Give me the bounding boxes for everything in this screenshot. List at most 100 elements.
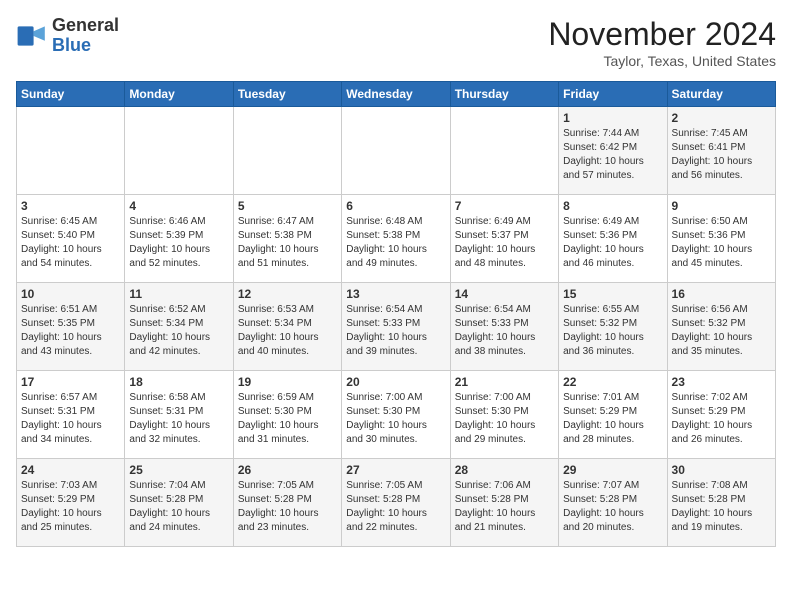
calendar-cell: 5 Sunrise: 6:47 AM Sunset: 5:38 PM Daylig… — [233, 195, 341, 283]
day-number: 20 — [346, 375, 445, 389]
logo: General Blue — [16, 16, 119, 56]
calendar-cell: 14 Sunrise: 6:54 AM Sunset: 5:33 PM Dayli… — [450, 283, 558, 371]
calendar-cell — [17, 107, 125, 195]
calendar-cell: 11Sunrise: 6:52 AM Sunset: 5:34 PM Dayli… — [125, 283, 233, 371]
cell-text: Sunrise: 6:51 AM Sunset: 5:35 PM Dayligh… — [21, 303, 120, 359]
cell-text: Sunrise: 7:08 AM Sunset: 5:28 PM Dayligh… — [672, 479, 771, 535]
cell-text: Sunrise: 6:48 AM Sunset: 5:38 PM Dayligh… — [346, 215, 445, 271]
day-number: 14 — [455, 287, 554, 301]
calendar-cell: 13 Sunrise: 6:54 AM Sunset: 5:33 PM Dayli… — [342, 283, 450, 371]
col-sunday: Sunday — [17, 82, 125, 107]
cell-text: Sunrise: 7:00 AM Sunset: 5:30 PM Dayligh… — [455, 391, 554, 447]
day-number: 15 — [563, 287, 662, 301]
week-row-2: 10 Sunrise: 6:51 AM Sunset: 5:35 PM Dayli… — [17, 283, 776, 371]
calendar-cell — [450, 107, 558, 195]
day-number: 22 — [563, 375, 662, 389]
day-number: 13 — [346, 287, 445, 301]
day-number: 5 — [238, 199, 337, 213]
day-number: 24 — [21, 463, 120, 477]
cell-text: Sunrise: 6:53 AM Sunset: 5:34 PM Dayligh… — [238, 303, 337, 359]
cell-text: Sunrise: 7:45 AM Sunset: 6:41 PM Dayligh… — [672, 127, 771, 183]
week-row-1: 3Sunrise: 6:45 AM Sunset: 5:40 PM Daylig… — [17, 195, 776, 283]
page-header: General Blue November 2024 Taylor, Texas… — [16, 16, 776, 69]
week-row-4: 24 Sunrise: 7:03 AM Sunset: 5:29 PM Dayli… — [17, 459, 776, 547]
cell-text: Sunrise: 6:52 AM Sunset: 5:34 PM Dayligh… — [129, 303, 228, 359]
cell-text: Sunrise: 6:57 AM Sunset: 5:31 PM Dayligh… — [21, 391, 120, 447]
header-row: Sunday Monday Tuesday Wednesday Thursday… — [17, 82, 776, 107]
cell-text: Sunrise: 7:05 AM Sunset: 5:28 PM Dayligh… — [238, 479, 337, 535]
calendar-cell: 2 Sunrise: 7:45 AM Sunset: 6:41 PM Daylig… — [667, 107, 775, 195]
week-row-3: 17 Sunrise: 6:57 AM Sunset: 5:31 PM Dayli… — [17, 371, 776, 459]
day-number: 10 — [21, 287, 120, 301]
calendar-cell: 25 Sunrise: 7:04 AM Sunset: 5:28 PM Dayli… — [125, 459, 233, 547]
cell-text: Sunrise: 6:54 AM Sunset: 5:33 PM Dayligh… — [455, 303, 554, 359]
calendar-cell: 21 Sunrise: 7:00 AM Sunset: 5:30 PM Dayli… — [450, 371, 558, 459]
day-number: 4 — [129, 199, 228, 213]
col-tuesday: Tuesday — [233, 82, 341, 107]
calendar-cell: 6 Sunrise: 6:48 AM Sunset: 5:38 PM Daylig… — [342, 195, 450, 283]
calendar-cell: 30 Sunrise: 7:08 AM Sunset: 5:28 PM Dayli… — [667, 459, 775, 547]
cell-text: Sunrise: 6:49 AM Sunset: 5:36 PM Dayligh… — [563, 215, 662, 271]
logo-blue: Blue — [52, 36, 119, 56]
cell-text: Sunrise: 6:46 AM Sunset: 5:39 PM Dayligh… — [129, 215, 228, 271]
cell-text: Sunrise: 7:04 AM Sunset: 5:28 PM Dayligh… — [129, 479, 228, 535]
cell-text: Sunrise: 6:54 AM Sunset: 5:33 PM Dayligh… — [346, 303, 445, 359]
cell-text: Sunrise: 7:01 AM Sunset: 5:29 PM Dayligh… — [563, 391, 662, 447]
calendar-cell: 19 Sunrise: 6:59 AM Sunset: 5:30 PM Dayli… — [233, 371, 341, 459]
calendar-cell: 20 Sunrise: 7:00 AM Sunset: 5:30 PM Dayli… — [342, 371, 450, 459]
day-number: 12 — [238, 287, 337, 301]
col-friday: Friday — [559, 82, 667, 107]
day-number: 8 — [563, 199, 662, 213]
logo-text: General Blue — [52, 16, 119, 56]
calendar-cell: 16 Sunrise: 6:56 AM Sunset: 5:32 PM Dayli… — [667, 283, 775, 371]
day-number: 30 — [672, 463, 771, 477]
day-number: 27 — [346, 463, 445, 477]
day-number: 17 — [21, 375, 120, 389]
day-number: 2 — [672, 111, 771, 125]
day-number: 19 — [238, 375, 337, 389]
day-number: 25 — [129, 463, 228, 477]
calendar-cell: 28Sunrise: 7:06 AM Sunset: 5:28 PM Dayli… — [450, 459, 558, 547]
title-area: November 2024 Taylor, Texas, United Stat… — [548, 16, 776, 69]
day-number: 23 — [672, 375, 771, 389]
col-wednesday: Wednesday — [342, 82, 450, 107]
calendar-cell: 18Sunrise: 6:58 AM Sunset: 5:31 PM Dayli… — [125, 371, 233, 459]
day-number: 26 — [238, 463, 337, 477]
week-row-0: 1 Sunrise: 7:44 AM Sunset: 6:42 PM Daylig… — [17, 107, 776, 195]
calendar-cell — [125, 107, 233, 195]
calendar-cell: 7Sunrise: 6:49 AM Sunset: 5:37 PM Daylig… — [450, 195, 558, 283]
cell-text: Sunrise: 7:00 AM Sunset: 5:30 PM Dayligh… — [346, 391, 445, 447]
col-saturday: Saturday — [667, 82, 775, 107]
calendar-cell: 26 Sunrise: 7:05 AM Sunset: 5:28 PM Dayli… — [233, 459, 341, 547]
cell-text: Sunrise: 7:44 AM Sunset: 6:42 PM Dayligh… — [563, 127, 662, 183]
cell-text: Sunrise: 6:49 AM Sunset: 5:37 PM Dayligh… — [455, 215, 554, 271]
calendar-cell: 17 Sunrise: 6:57 AM Sunset: 5:31 PM Dayli… — [17, 371, 125, 459]
day-number: 6 — [346, 199, 445, 213]
cell-text: Sunrise: 6:58 AM Sunset: 5:31 PM Dayligh… — [129, 391, 228, 447]
calendar-cell: 10 Sunrise: 6:51 AM Sunset: 5:35 PM Dayli… — [17, 283, 125, 371]
day-number: 29 — [563, 463, 662, 477]
logo-general: General — [52, 16, 119, 36]
cell-text: Sunrise: 6:47 AM Sunset: 5:38 PM Dayligh… — [238, 215, 337, 271]
calendar-cell: 15Sunrise: 6:55 AM Sunset: 5:32 PM Dayli… — [559, 283, 667, 371]
cell-text: Sunrise: 7:03 AM Sunset: 5:29 PM Dayligh… — [21, 479, 120, 535]
calendar-cell: 9Sunrise: 6:50 AM Sunset: 5:36 PM Daylig… — [667, 195, 775, 283]
day-number: 1 — [563, 111, 662, 125]
calendar-cell: 22 Sunrise: 7:01 AM Sunset: 5:29 PM Dayli… — [559, 371, 667, 459]
calendar-cell: 23Sunrise: 7:02 AM Sunset: 5:29 PM Dayli… — [667, 371, 775, 459]
calendar-cell — [342, 107, 450, 195]
cell-text: Sunrise: 6:56 AM Sunset: 5:32 PM Dayligh… — [672, 303, 771, 359]
day-number: 9 — [672, 199, 771, 213]
cell-text: Sunrise: 7:06 AM Sunset: 5:28 PM Dayligh… — [455, 479, 554, 535]
day-number: 16 — [672, 287, 771, 301]
calendar-cell: 29 Sunrise: 7:07 AM Sunset: 5:28 PM Dayli… — [559, 459, 667, 547]
day-number: 3 — [21, 199, 120, 213]
calendar-cell: 4 Sunrise: 6:46 AM Sunset: 5:39 PM Daylig… — [125, 195, 233, 283]
day-number: 21 — [455, 375, 554, 389]
calendar-cell: 1 Sunrise: 7:44 AM Sunset: 6:42 PM Daylig… — [559, 107, 667, 195]
calendar-header: Sunday Monday Tuesday Wednesday Thursday… — [17, 82, 776, 107]
cell-text: Sunrise: 7:07 AM Sunset: 5:28 PM Dayligh… — [563, 479, 662, 535]
calendar-cell: 27 Sunrise: 7:05 AM Sunset: 5:28 PM Dayli… — [342, 459, 450, 547]
cell-text: Sunrise: 7:05 AM Sunset: 5:28 PM Dayligh… — [346, 479, 445, 535]
cell-text: Sunrise: 6:59 AM Sunset: 5:30 PM Dayligh… — [238, 391, 337, 447]
